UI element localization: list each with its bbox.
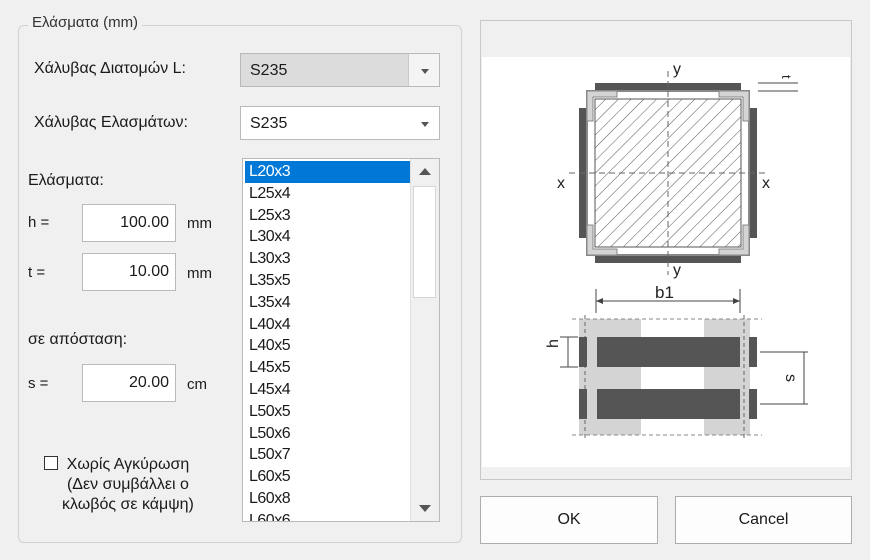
chevron-down-icon: [421, 122, 429, 127]
cross-section: y y x x t: [557, 61, 798, 279]
h-unit: mm: [187, 215, 212, 232]
axis-y-bottom-label: y: [673, 262, 681, 279]
chevron-down-icon: [421, 69, 429, 74]
plate-elev-1-end-r: [749, 337, 757, 367]
b1-label: b1: [655, 283, 674, 302]
elevation-view: b1 h s: [545, 283, 808, 441]
plate-elev-2-end-l: [579, 389, 587, 419]
group-title: Ελάσματα (mm): [28, 14, 143, 31]
t-input[interactable]: 10.00: [82, 253, 176, 291]
list-item[interactable]: L50x7: [245, 444, 411, 466]
s-input[interactable]: 20.00: [82, 364, 176, 402]
list-item[interactable]: L35x5: [245, 270, 411, 292]
list-item[interactable]: L50x5: [245, 401, 411, 423]
list-item[interactable]: L25x4: [245, 183, 411, 205]
steel-L-value: S235: [250, 62, 288, 79]
axis-x-right-label: x: [762, 175, 770, 192]
plate-elev-2: [597, 389, 740, 419]
steel-plate-value: S235: [250, 115, 288, 132]
list-item[interactable]: L45x5: [245, 357, 411, 379]
scroll-up-icon[interactable]: [411, 159, 439, 183]
distance-label: σε απόσταση:: [28, 331, 128, 348]
steel-plate-combo[interactable]: S235: [240, 106, 440, 140]
no-anchorage-line1: Χωρίς Αγκύρωση: [66, 456, 190, 473]
scroll-thumb[interactable]: [413, 186, 436, 298]
no-anchorage-checkbox[interactable]: [44, 456, 58, 470]
list-item[interactable]: L60x6: [245, 510, 411, 521]
profiles-listbox[interactable]: L20x3 L25x4 L25x3 L30x4 L30x3 L35x5 L35x…: [242, 158, 440, 522]
list-item[interactable]: L20x3: [245, 161, 411, 183]
t-unit: mm: [187, 265, 212, 282]
list-item[interactable]: L30x3: [245, 248, 411, 270]
section-diagram: y y x x t b1 h s: [545, 61, 808, 441]
list-item[interactable]: L30x4: [245, 226, 411, 248]
ok-button[interactable]: OK: [480, 496, 658, 544]
plate-elev-2-end-r: [749, 389, 757, 419]
list-item[interactable]: L50x6: [245, 423, 411, 445]
t-label: t =: [28, 264, 46, 281]
s-label: s =: [28, 375, 49, 392]
cancel-button[interactable]: Cancel: [675, 496, 852, 544]
list-item[interactable]: L60x5: [245, 466, 411, 488]
list-scrollbar[interactable]: [410, 159, 439, 521]
plate-elev-1: [597, 337, 740, 367]
list-item[interactable]: L40x5: [245, 335, 411, 357]
steel-plate-label: Χάλυβας Ελασμάτων:: [34, 114, 188, 131]
axis-x-left-label: x: [557, 175, 565, 192]
t-dim-label: t: [779, 75, 794, 79]
plates-label: Ελάσματα:: [28, 172, 104, 189]
h-label: h =: [28, 214, 50, 231]
list-item[interactable]: L60x8: [245, 488, 411, 510]
h-dim-label: h: [545, 339, 562, 348]
no-anchorage-line2: (Δεν συμβάλλει ο: [66, 476, 189, 493]
diagram-frame: y y x x t b1 h s: [480, 20, 852, 480]
list-item[interactable]: L35x4: [245, 292, 411, 314]
plate-elev-1-end-l: [579, 337, 587, 367]
h-input[interactable]: 100.00: [82, 204, 176, 242]
scroll-down-icon[interactable]: [411, 497, 439, 521]
list-item[interactable]: L25x3: [245, 205, 411, 227]
s-unit: cm: [187, 376, 207, 393]
list-item[interactable]: L40x4: [245, 314, 411, 336]
s-dim-label: s: [782, 374, 799, 382]
steel-L-combo[interactable]: S235: [240, 53, 440, 87]
no-anchorage-label[interactable]: Χωρίς Αγκύρωση (Δεν συμβάλλει ο κλωβός σ…: [62, 455, 194, 515]
list-item[interactable]: L45x4: [245, 379, 411, 401]
diagram-canvas: y y x x t b1 h s: [482, 57, 850, 467]
axis-y-top-label: y: [673, 61, 681, 78]
no-anchorage-line3: κλωβός σε κάμψη): [62, 496, 194, 513]
steel-L-label: Χάλυβας Διατομών L:: [34, 60, 186, 77]
